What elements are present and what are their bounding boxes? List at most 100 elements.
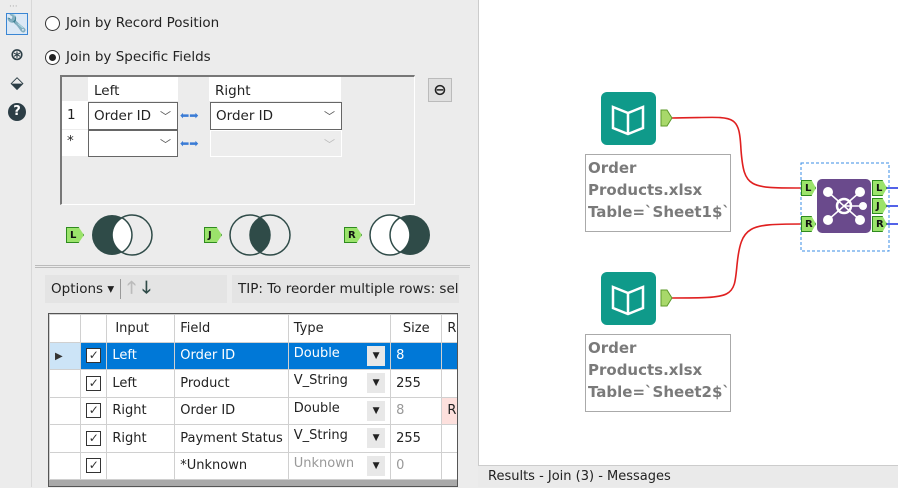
move-down-icon[interactable]: 🡓 bbox=[142, 275, 151, 304]
options-label: Options bbox=[51, 281, 104, 297]
row-header-cell bbox=[49, 314, 82, 343]
type-value: Double bbox=[293, 400, 340, 416]
size-cell[interactable]: 255 bbox=[390, 424, 443, 453]
rename-cell[interactable]: R bbox=[441, 396, 457, 425]
right-header: Right bbox=[209, 77, 341, 101]
checkbox[interactable]: ✓ bbox=[86, 348, 102, 364]
table-row[interactable]: ✓ *Unknown Unknown ▼ 0 bbox=[49, 451, 457, 480]
right-venn-icon[interactable] bbox=[369, 214, 430, 256]
table-row[interactable]: ✓ Left Product V_String ▼ 255 bbox=[49, 369, 457, 398]
grid-header-row: Input Field Type Size R bbox=[49, 314, 457, 343]
row-header[interactable] bbox=[49, 369, 82, 398]
checkbox[interactable]: ✓ bbox=[86, 430, 102, 446]
input-data-tool-2[interactable] bbox=[601, 272, 656, 325]
results-bar[interactable]: Results - Join (3) - Messages bbox=[478, 465, 898, 487]
output-anchor[interactable] bbox=[660, 289, 673, 307]
input-cell: Right bbox=[106, 396, 176, 425]
config-sidebar: ··· 🔧 ⊛ ⬙ ? bbox=[0, 0, 32, 487]
input2-annotation: Order Products.xlsx Table=`Sheet2$` bbox=[585, 334, 731, 412]
type-cell[interactable]: Double ▼ bbox=[287, 396, 392, 425]
field-header[interactable]: Field bbox=[174, 314, 289, 343]
checkbox[interactable]: ✓ bbox=[86, 375, 102, 391]
field-cell[interactable]: Product bbox=[174, 369, 289, 398]
include-checkbox-cell[interactable]: ✓ bbox=[80, 424, 108, 453]
include-checkbox-cell[interactable]: ✓ bbox=[80, 396, 108, 425]
type-cell[interactable]: V_String ▼ bbox=[287, 424, 392, 453]
table-row[interactable]: ▶ ✓ Left Order ID Double ▼ 8 bbox=[49, 341, 457, 370]
include-checkbox-cell[interactable]: ✓ bbox=[80, 369, 108, 398]
left-field-select-new[interactable]: ﹀ bbox=[88, 130, 178, 157]
input-cell: Left bbox=[106, 369, 176, 398]
size-cell[interactable]: 255 bbox=[390, 369, 443, 398]
dropdown-arrow-icon[interactable]: ▼ bbox=[367, 345, 386, 366]
output-anchor[interactable] bbox=[660, 109, 673, 127]
splitter[interactable] bbox=[35, 265, 470, 268]
row-header[interactable] bbox=[49, 396, 82, 425]
tag-icon[interactable]: ⬙ bbox=[6, 72, 28, 94]
type-cell[interactable]: Unknown ▼ bbox=[287, 451, 392, 480]
field-cell[interactable]: *Unknown bbox=[174, 451, 289, 480]
workflow-canvas[interactable]: L R L J R Order Products.xlsx Table=`She… bbox=[478, 0, 898, 465]
join-by-record-position-radio[interactable]: Join by Record Position bbox=[45, 15, 219, 31]
input-header[interactable]: Input bbox=[106, 314, 176, 343]
dropdown-arrow-icon[interactable]: ▼ bbox=[367, 455, 386, 476]
help-icon[interactable]: ? bbox=[6, 101, 28, 123]
checkbox[interactable]: ✓ bbox=[86, 403, 102, 419]
type-value: V_String bbox=[293, 373, 348, 389]
input-cell bbox=[106, 451, 176, 480]
row-header[interactable] bbox=[49, 451, 82, 480]
radio-icon bbox=[45, 15, 60, 31]
type-header[interactable]: Type bbox=[287, 314, 392, 343]
current-row-icon: ▶ bbox=[55, 351, 63, 363]
chevron-down-icon: ﹀ bbox=[324, 138, 335, 151]
left-header: Left bbox=[88, 77, 178, 101]
size-cell[interactable]: 8 bbox=[390, 396, 443, 425]
row-header[interactable] bbox=[49, 424, 82, 453]
connection-line bbox=[670, 223, 802, 299]
rename-cell[interactable] bbox=[441, 451, 457, 480]
dropdown-arrow-icon[interactable]: ▼ bbox=[367, 400, 386, 421]
wrench-icon[interactable]: 🔧 bbox=[6, 13, 28, 35]
input-cell: Right bbox=[106, 424, 176, 453]
left-field-select[interactable]: Order ID ﹀ bbox=[88, 102, 178, 130]
dropdown-arrow-icon[interactable]: ▼ bbox=[367, 428, 386, 449]
right-field-select[interactable]: Order ID ﹀ bbox=[210, 102, 342, 130]
inner-join-venn-icon[interactable] bbox=[229, 214, 291, 256]
rename-cell[interactable] bbox=[441, 369, 457, 398]
radio-label: Join by Record Position bbox=[66, 15, 220, 31]
rename-header[interactable]: R bbox=[441, 314, 457, 343]
row-header[interactable]: ▶ bbox=[49, 341, 82, 370]
field-cell[interactable]: Order ID bbox=[174, 341, 289, 370]
checkbox[interactable]: ✓ bbox=[86, 458, 102, 474]
join-tool[interactable] bbox=[817, 179, 871, 233]
type-value: Double bbox=[293, 345, 340, 361]
input-cell: Left bbox=[106, 341, 176, 370]
input-data-tool-1[interactable] bbox=[601, 92, 656, 145]
size-cell[interactable]: 0 bbox=[390, 451, 443, 480]
dropdown-arrow-icon[interactable]: ▼ bbox=[367, 373, 386, 394]
size-cell[interactable]: 8 bbox=[390, 341, 443, 370]
row-number: 1 bbox=[62, 101, 88, 129]
rename-cell[interactable] bbox=[441, 341, 457, 370]
rename-cell[interactable] bbox=[441, 424, 457, 453]
right-field-select-new[interactable]: ﹀ bbox=[210, 130, 342, 157]
navigate-icon[interactable]: ⊛ bbox=[6, 44, 28, 66]
field-cell[interactable]: Order ID bbox=[174, 396, 289, 425]
include-checkbox-cell[interactable]: ✓ bbox=[80, 451, 108, 480]
table-row[interactable]: ✓ Right Payment Status V_String ▼ 255 bbox=[49, 424, 457, 453]
join-by-specific-fields-radio[interactable]: Join by Specific Fields bbox=[45, 49, 211, 65]
include-checkbox-cell[interactable]: ✓ bbox=[80, 341, 108, 370]
type-cell[interactable]: V_String ▼ bbox=[287, 369, 392, 398]
select-value: Order ID bbox=[94, 108, 152, 124]
options-dropdown[interactable]: Options ▾ bbox=[51, 281, 114, 297]
type-cell[interactable]: Double ▼ bbox=[287, 341, 392, 370]
remove-row-button[interactable]: ⊖ bbox=[428, 78, 452, 102]
chevron-down-icon: ﹀ bbox=[160, 137, 171, 151]
size-header[interactable]: Size bbox=[390, 314, 443, 343]
check-header bbox=[80, 314, 108, 343]
move-up-icon[interactable]: 🡑 bbox=[127, 275, 136, 304]
table-row[interactable]: ✓ Right Order ID Double ▼ 8 R bbox=[49, 396, 457, 425]
field-cell[interactable]: Payment Status bbox=[174, 424, 289, 453]
left-venn-icon[interactable] bbox=[92, 214, 153, 256]
type-value: Unknown bbox=[293, 455, 355, 471]
